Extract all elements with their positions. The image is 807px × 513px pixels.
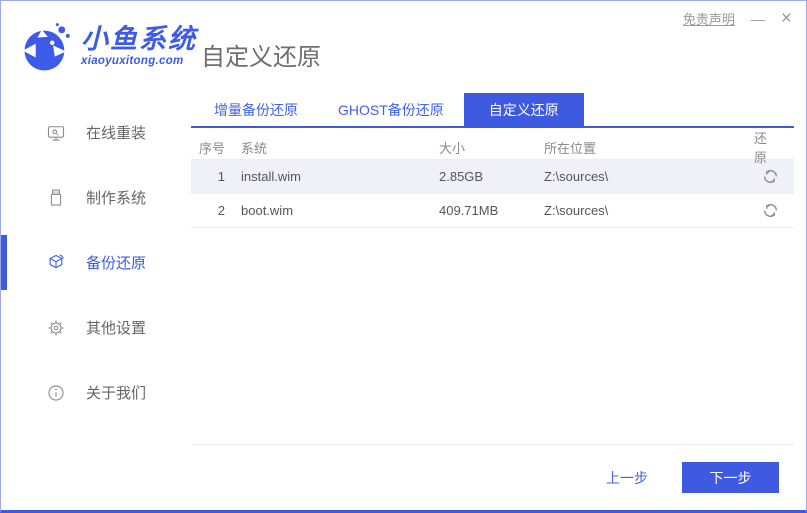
table-header-row: 序号 系统 大小 所在位置 还原: [191, 128, 794, 165]
sidebar-item-make-system[interactable]: 制作系统: [1, 165, 191, 230]
sidebar-item-about-us[interactable]: 关于我们: [1, 360, 191, 425]
backup-cube-icon: [49, 253, 64, 268]
page-title: 自定义还原: [201, 44, 321, 71]
restore-icon[interactable]: [762, 168, 779, 185]
backup-table: 序号 系统 大小 所在位置 还原 1 install.wim 2.85GB Z:…: [191, 128, 794, 228]
next-step-button[interactable]: 下一步: [682, 462, 779, 493]
brand-text: 小鱼系统 xiaoyuxitong.com: [81, 21, 197, 67]
brand-domain: xiaoyuxitong.com: [81, 55, 184, 68]
sidebar-item-label: 在线重装: [86, 125, 147, 142]
sidebar-item-label: 制作系统: [86, 190, 147, 207]
app-window: 免责声明 — × 小鱼系统 xiaoyuxitong.com 自定义还原 在线重…: [0, 0, 807, 513]
col-header-restore: 还原: [754, 131, 768, 165]
cell-system: boot.wim: [241, 203, 294, 218]
col-header-size: 大小: [439, 140, 466, 156]
sidebar-item-label: 备份还原: [86, 255, 147, 272]
usb-icon: [50, 189, 62, 206]
disclaimer-link[interactable]: 免责声明: [683, 9, 735, 28]
col-header-system: 系统: [241, 140, 268, 156]
table-row: 2 boot.wim 409.71MB Z:\sources\: [191, 194, 794, 228]
table-row: 1 install.wim 2.85GB Z:\sources\: [191, 160, 794, 194]
info-icon: [48, 384, 64, 401]
active-indicator: [1, 235, 7, 290]
cell-no: 2: [217, 203, 225, 218]
sidebar-item-label: 关于我们: [86, 385, 147, 402]
tab-ghost-backup-restore[interactable]: GHOST备份还原: [318, 93, 464, 126]
sidebar-item-label: 其他设置: [86, 320, 147, 337]
sidebar-item-online-reinstall[interactable]: 在线重装: [1, 100, 191, 165]
gear-icon: [48, 320, 64, 335]
fish-logo-icon: [22, 23, 70, 71]
prev-step-button[interactable]: 上一步: [606, 468, 648, 488]
tab-bar: 增量备份还原 GHOST备份还原 自定义还原: [191, 93, 794, 128]
monitor-icon: [47, 125, 65, 141]
cell-system: install.wim: [241, 169, 301, 184]
cell-location: Z:\sources\: [544, 169, 609, 184]
tab-custom-restore[interactable]: 自定义还原: [463, 93, 584, 126]
sidebar: 在线重装 制作系统 备份还原 其他设置 关于我们: [1, 87, 191, 510]
minimize-icon[interactable]: —: [751, 12, 765, 26]
tab-incremental-backup-restore[interactable]: 增量备份还原: [194, 93, 318, 126]
brand-title: 小鱼系统: [81, 24, 197, 54]
cell-size: 2.85GB: [439, 169, 484, 184]
main-content: 增量备份还原 GHOST备份还原 自定义还原 序号 系统 大小 所在位置 还原 …: [191, 87, 794, 510]
cell-size: 409.71MB: [439, 203, 499, 218]
footer-bar: 上一步 下一步: [194, 444, 794, 510]
cell-no: 1: [217, 169, 225, 184]
col-header-no: 序号: [199, 140, 226, 156]
sidebar-item-other-settings[interactable]: 其他设置: [1, 295, 191, 360]
cell-location: Z:\sources\: [544, 203, 609, 218]
sidebar-item-backup-restore[interactable]: 备份还原: [1, 230, 191, 295]
close-icon[interactable]: ×: [781, 9, 792, 28]
restore-icon[interactable]: [762, 202, 779, 219]
window-controls: 免责声明 — ×: [683, 9, 792, 28]
app-logo: 小鱼系统 xiaoyuxitong.com: [21, 21, 197, 75]
col-header-location: 所在位置: [544, 140, 597, 156]
